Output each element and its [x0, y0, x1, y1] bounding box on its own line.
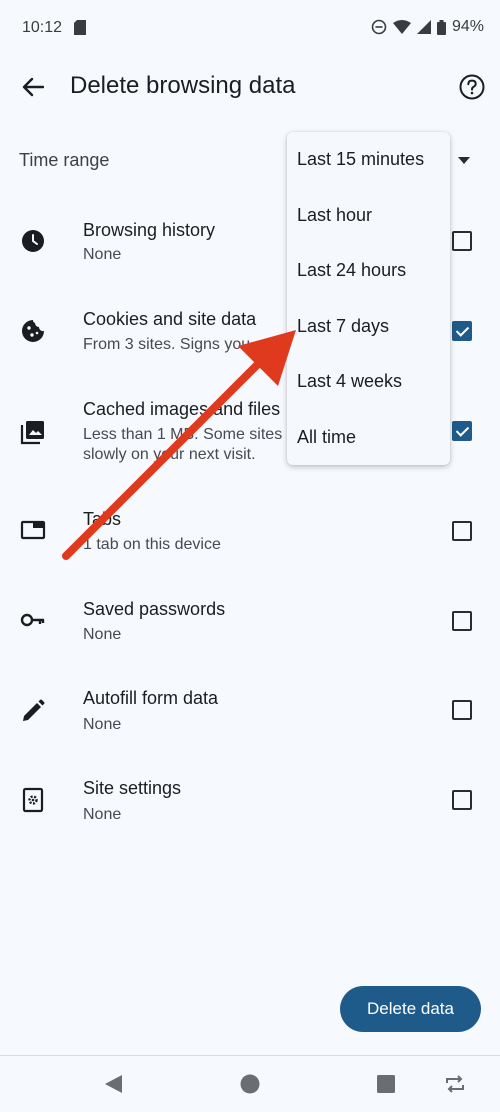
dropdown-option[interactable]: Last 24 hours	[287, 243, 450, 298]
item-subtitle-line-2: slowly on your next visit.	[83, 446, 256, 463]
time-range-label: Time range	[19, 150, 110, 170]
help-icon[interactable]	[459, 74, 485, 100]
option-site-settings[interactable]: Site settings None	[0, 760, 500, 840]
item-title: Saved passwords	[83, 599, 226, 619]
item-subtitle: None	[83, 626, 122, 643]
pencil-icon	[23, 699, 45, 721]
key-icon	[20, 613, 45, 627]
item-subtitle: Less than 1 MB. Some sites	[83, 426, 283, 443]
item-title: Browsing history	[83, 220, 216, 240]
item-title: Site settings	[83, 778, 182, 798]
signal-icon	[416, 20, 431, 34]
browsing-history-checkbox[interactable]	[452, 231, 472, 251]
item-subtitle: From 3 sites. Signs you o	[83, 336, 264, 353]
arrow-back-icon	[22, 77, 44, 97]
nav-back-icon[interactable]	[105, 1075, 123, 1093]
system-nav-bar	[0, 1055, 500, 1112]
rotate-icon[interactable]	[444, 1075, 466, 1093]
tabs-checkbox[interactable]	[452, 521, 472, 541]
item-title: Tabs	[83, 509, 122, 529]
nav-recents-icon[interactable]	[377, 1075, 395, 1093]
option-autofill-form-data[interactable]: Autofill form data None	[0, 670, 500, 750]
cookies-checkbox[interactable]	[452, 321, 472, 341]
item-subtitle: None	[83, 806, 122, 823]
item-subtitle: None	[83, 246, 122, 263]
site-settings-icon	[22, 787, 44, 813]
page-title: Delete browsing data	[70, 72, 296, 99]
dnd-icon	[371, 19, 387, 35]
autofill-checkbox[interactable]	[452, 700, 472, 720]
saved-passwords-checkbox[interactable]	[452, 611, 472, 631]
images-icon	[20, 421, 44, 445]
cached-images-checkbox[interactable]	[452, 421, 472, 441]
site-settings-checkbox[interactable]	[452, 790, 472, 810]
nav-home-icon[interactable]	[240, 1074, 260, 1094]
item-subtitle: 1 tab on this device	[83, 536, 221, 553]
delete-data-button[interactable]: Delete data	[340, 986, 481, 1032]
wifi-icon	[392, 20, 411, 34]
battery-icon	[436, 19, 446, 35]
option-saved-passwords[interactable]: Saved passwords None	[0, 580, 500, 660]
item-title: Autofill form data	[83, 688, 219, 708]
cookie-icon	[22, 320, 44, 342]
dropdown-option[interactable]: Last 7 days	[287, 299, 450, 354]
item-title: Cookies and site data	[83, 309, 257, 329]
dropdown-option[interactable]: All time	[287, 410, 450, 465]
item-title: Cached images and files	[83, 399, 281, 419]
dropdown-option[interactable]: Last 4 weeks	[287, 354, 450, 409]
status-time: 10:12	[22, 19, 63, 36]
dropdown-arrow-icon[interactable]	[458, 157, 470, 165]
status-icons: 94%	[371, 18, 484, 36]
back-button[interactable]	[18, 72, 48, 102]
option-tabs[interactable]: Tabs 1 tab on this device	[0, 490, 500, 570]
clock-icon	[22, 230, 44, 252]
dropdown-option[interactable]: Last hour	[287, 188, 450, 243]
time-range-dropdown-menu: Last 15 minutes Last hour Last 24 hours …	[287, 132, 450, 465]
tab-icon	[20, 520, 46, 540]
battery-percent: 94%	[451, 18, 484, 35]
item-subtitle: None	[83, 716, 122, 733]
sim-card-icon	[74, 20, 86, 35]
dropdown-option[interactable]: Last 15 minutes	[287, 132, 450, 187]
